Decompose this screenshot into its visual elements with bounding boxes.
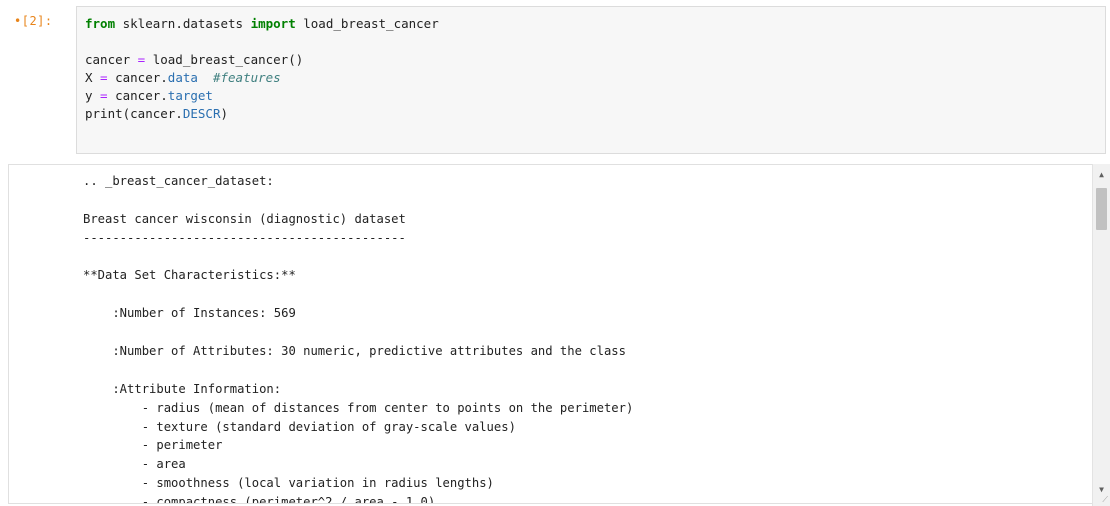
obj-ref: cancer. xyxy=(115,88,168,103)
output-line: - area xyxy=(83,457,186,472)
import-name: load_breast_cancer xyxy=(295,16,439,31)
assign-op: = xyxy=(92,70,116,85)
scroll-down-icon[interactable]: ▼ xyxy=(1093,485,1110,494)
call-expr: load_breast_cancer() xyxy=(152,52,304,67)
module-name: sklearn.datasets xyxy=(115,16,251,31)
keyword-import: import xyxy=(250,16,296,31)
keyword-from: from xyxy=(85,16,116,31)
close-paren: ) xyxy=(220,106,229,121)
assign-op: = xyxy=(92,88,116,103)
output-line: **Data Set Characteristics:** xyxy=(83,268,296,283)
scroll-up-icon[interactable]: ▲ xyxy=(1093,170,1110,179)
output-line: :Attribute Information: xyxy=(83,381,282,396)
output-line: Breast cancer wisconsin (diagnostic) dat… xyxy=(83,211,406,226)
output-line: - perimeter xyxy=(83,438,223,453)
code-line-3: cancer = load_breast_cancer() xyxy=(85,51,1097,69)
output-line: - radius (mean of distances from center … xyxy=(83,400,634,415)
output-line: ----------------------------------------… xyxy=(83,230,406,245)
attr-target: target xyxy=(167,88,213,103)
output-line: :Number of Attributes: 30 numeric, predi… xyxy=(83,344,626,359)
output-line: - smoothness (local variation in radius … xyxy=(83,476,494,491)
code-input-area[interactable]: from sklearn.datasets import load_breast… xyxy=(76,6,1106,154)
scrollbar-thumb[interactable] xyxy=(1096,188,1107,230)
code-line-1: from sklearn.datasets import load_breast… xyxy=(85,15,1097,33)
output-line: .. _breast_cancer_dataset: xyxy=(83,174,274,188)
attr-data: data xyxy=(167,70,198,85)
obj-ref: cancer. xyxy=(115,70,168,85)
assign-op: = xyxy=(130,52,153,67)
var-y: y xyxy=(85,88,93,103)
output-line: :Number of Instances: 569 xyxy=(83,306,296,321)
output-area[interactable]: .. _breast_cancer_dataset: Breast cancer… xyxy=(8,164,1105,504)
var-x: X xyxy=(85,70,93,85)
output-scrollbar[interactable]: ▲ ▼ ⟋ xyxy=(1092,164,1110,506)
code-line-5: y = cancer.target xyxy=(85,87,1097,105)
code-line-4: X = cancer.data #features xyxy=(85,69,1097,87)
attr-descr: DESCR xyxy=(182,106,221,121)
comment: #features xyxy=(212,70,281,85)
var-cancer: cancer xyxy=(85,52,131,67)
resize-handle-icon[interactable]: ⟋ xyxy=(1102,495,1108,505)
print-call: print(cancer. xyxy=(85,106,183,121)
output-line: - texture (standard deviation of gray-sc… xyxy=(83,419,516,434)
cell-prompt: •[2]: xyxy=(14,14,53,28)
code-line-6: print(cancer.DESCR) xyxy=(85,105,1097,123)
output-text: .. _breast_cancer_dataset: Breast cancer… xyxy=(83,172,634,504)
output-line: - compactness (perimeter^2 / area - 1.0) xyxy=(83,495,436,504)
